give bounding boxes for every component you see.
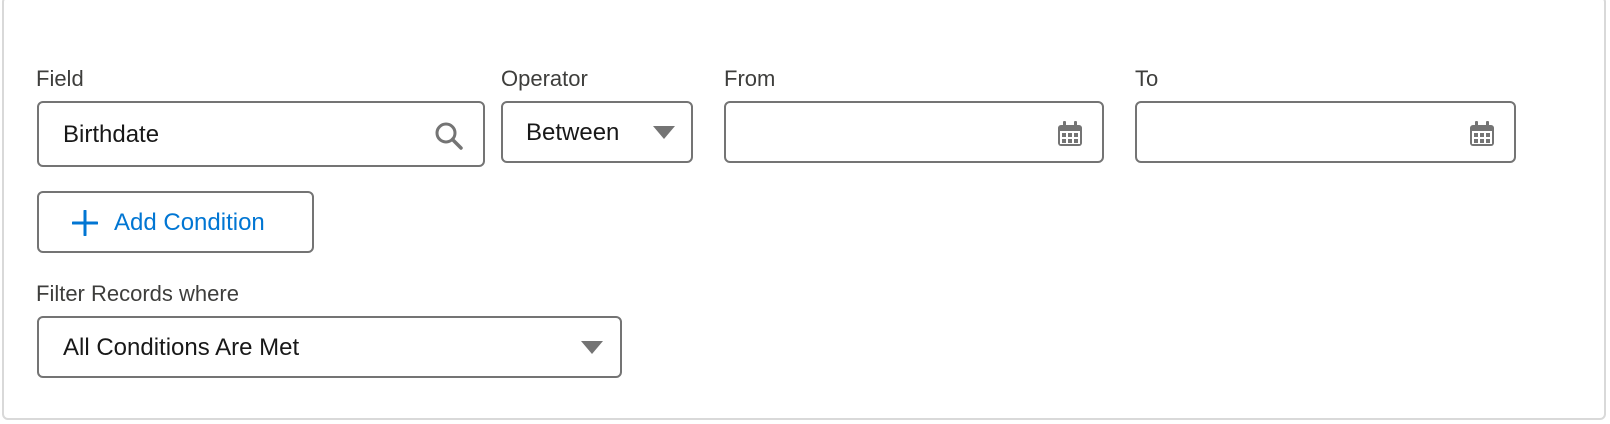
from-date-input[interactable] [724, 101, 1104, 163]
filter-logic-value: All Conditions Are Met [63, 334, 300, 361]
chevron-down-icon [581, 341, 603, 354]
to-date-input[interactable] [1135, 101, 1516, 163]
operator-value: Between [526, 119, 620, 146]
add-condition-button[interactable]: Add Condition [37, 191, 314, 253]
calendar-icon[interactable] [1469, 121, 1495, 147]
filter-panel: Field Birthdate Operator Between From To… [2, 0, 1606, 420]
plus-icon [72, 210, 98, 236]
field-lookup-input[interactable]: Birthdate [37, 101, 485, 167]
calendar-icon[interactable] [1057, 121, 1083, 147]
to-label: To [1135, 66, 1159, 91]
chevron-down-icon [653, 126, 675, 139]
operator-label: Operator [501, 66, 588, 91]
filter-logic-select[interactable]: All Conditions Are Met [37, 316, 622, 378]
search-icon[interactable] [433, 120, 465, 152]
field-label: Field [36, 66, 84, 91]
from-label: From [724, 66, 776, 91]
field-value: Birthdate [63, 121, 160, 148]
operator-select[interactable]: Between [501, 101, 693, 163]
filter-logic-label: Filter Records where [36, 281, 239, 306]
add-condition-label: Add Condition [114, 209, 265, 236]
